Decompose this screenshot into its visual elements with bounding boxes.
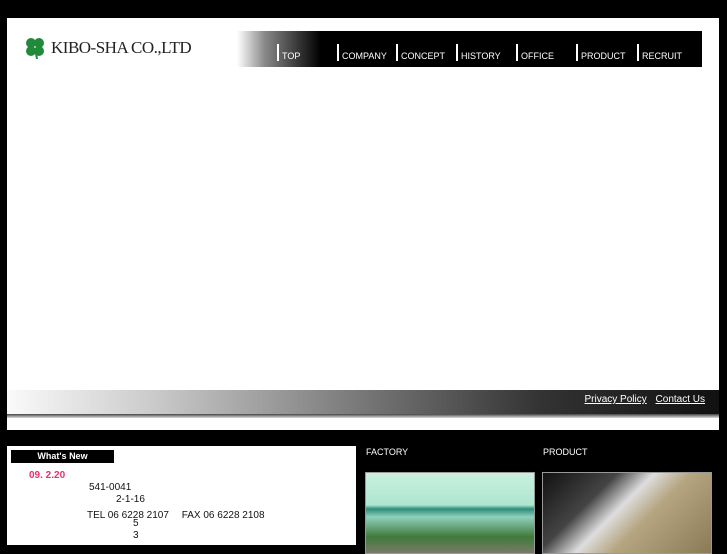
nav-office[interactable]: OFFICE xyxy=(516,44,554,61)
nav-top[interactable]: TOP xyxy=(277,44,300,61)
main-nav: TOP COMPANY CONCEPT HISTORY OFFICE PRODU… xyxy=(237,31,702,67)
whats-new-panel: What's New 09. 2.20 541-0041 2-1-16 TEL … xyxy=(7,446,356,545)
nav-recruit[interactable]: RECRUIT xyxy=(637,44,682,61)
factory-label: FACTORY xyxy=(366,447,409,457)
product-label: PRODUCT xyxy=(543,447,588,457)
news-line: 541-0041 xyxy=(89,482,132,493)
nav-product[interactable]: PRODUCT xyxy=(576,44,626,61)
news-line: 5 xyxy=(133,518,139,529)
privacy-policy-link[interactable]: Privacy Policy xyxy=(585,394,647,405)
header-panel: KIBO-SHA CO.,LTD TOP COMPANY CONCEPT HIS… xyxy=(7,18,719,430)
contact-us-link[interactable]: Contact Us xyxy=(656,394,705,405)
news-line: TEL 06 6228 2107 FAX 06 6228 2108 xyxy=(87,510,265,521)
logo[interactable]: KIBO-SHA CO.,LTD xyxy=(23,36,192,60)
nav-company[interactable]: COMPANY xyxy=(337,44,387,61)
clover-icon xyxy=(26,38,44,60)
nav-concept[interactable]: CONCEPT xyxy=(396,44,445,61)
news-date: 09. 2.20 xyxy=(29,470,66,481)
nav-history[interactable]: HISTORY xyxy=(456,44,501,61)
footer-band: Privacy Policy Contact Us xyxy=(7,390,719,418)
product-photo[interactable] xyxy=(542,472,712,554)
logo-text: KIBO-SHA CO.,LTD xyxy=(51,38,192,57)
whats-new-title: What's New xyxy=(11,450,114,463)
factory-photo[interactable] xyxy=(365,472,535,554)
news-line: 3 xyxy=(133,530,139,541)
news-line: 2-1-16 xyxy=(116,494,145,505)
